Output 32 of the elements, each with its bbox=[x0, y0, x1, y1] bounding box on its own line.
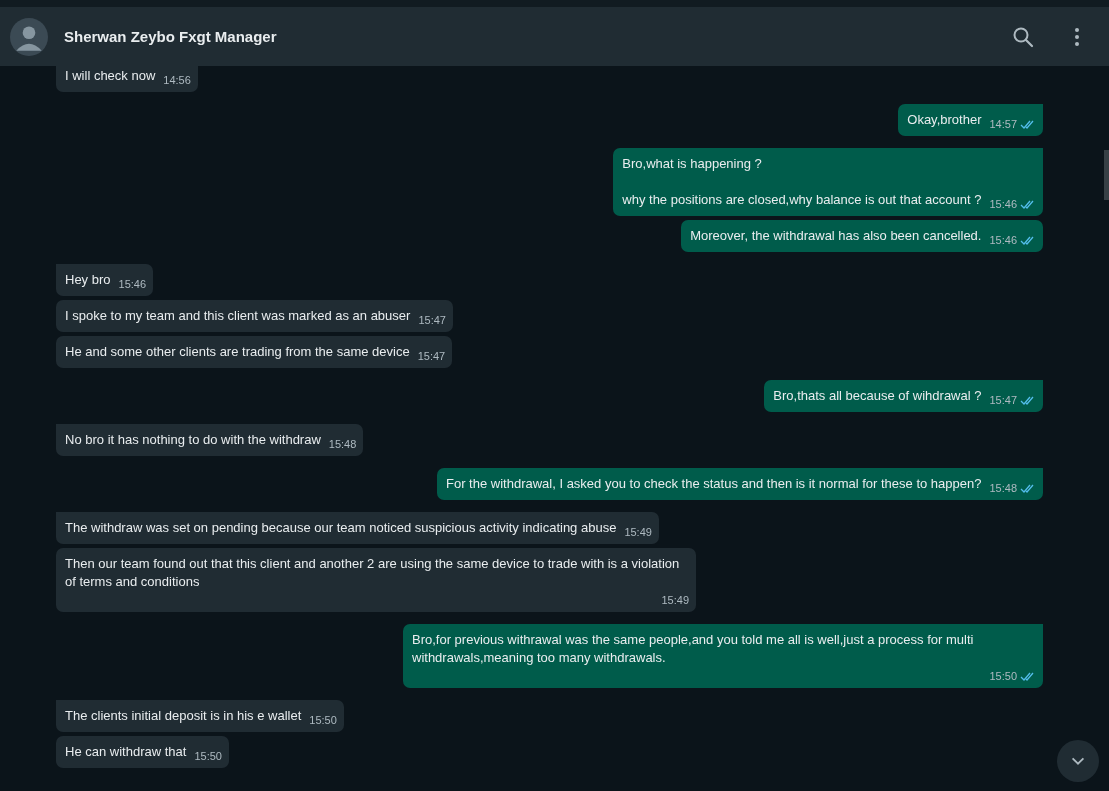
message-time: 14:57 bbox=[989, 117, 1017, 132]
message-time: 15:47 bbox=[989, 393, 1017, 408]
message-text: Bro,thats all because of wihdrawal ? bbox=[773, 387, 982, 405]
message-time: 15:46 bbox=[118, 277, 147, 292]
message-text: I will check now bbox=[65, 67, 156, 85]
message-text: Bro,what is happening ? why the positions are closed,why balance is out that account ? bbox=[622, 155, 982, 209]
message-time: 15:50 bbox=[989, 669, 1017, 684]
message-text: The clients initial deposit is in his e wallet bbox=[65, 707, 302, 725]
message-text: The withdraw was set on pending because our team noticed suspicious activity indicating abuse bbox=[65, 519, 617, 537]
message-time: 14:56 bbox=[163, 73, 191, 88]
avatar-icon[interactable] bbox=[10, 17, 48, 56]
message-text: Bro,for previous withrawal was the same people,and you told me all is well,just a process for multi withdrawals,meaning too many withdrawals. bbox=[412, 631, 975, 667]
message-time: 15:49 bbox=[661, 593, 689, 608]
contact-name[interactable]: Sherwan Zeybo Fxgt Manager bbox=[64, 28, 277, 45]
message-time: 15:48 bbox=[989, 481, 1017, 496]
message-text: Then our team found out that this client and another 2 are using the same device to trade with is a violation of terms and conditions bbox=[65, 555, 681, 591]
message-time: 15:47 bbox=[418, 313, 446, 328]
message-time: 15:49 bbox=[624, 525, 652, 540]
message-time: 15:48 bbox=[328, 437, 357, 452]
message-text: He and some other clients are trading from the same device bbox=[65, 343, 410, 361]
message-time: 15:46 bbox=[989, 197, 1017, 212]
message-text: Okay,brother bbox=[907, 111, 982, 129]
message-time: 15:47 bbox=[417, 349, 446, 364]
message-text: Moreover, the withdrawal has also been cancelled. bbox=[690, 227, 982, 245]
message-text: I spoke to my team and this client was marked as an abuser bbox=[65, 307, 411, 325]
message-text: For the withdrawal, I asked you to check the status and then is it normal for these to happen? bbox=[446, 475, 982, 493]
message-text: No bro it has nothing to do with the withdraw bbox=[65, 431, 321, 449]
message-time: 15:50 bbox=[309, 713, 337, 728]
message-text: He can withdraw that bbox=[65, 743, 187, 761]
message-time: 15:50 bbox=[194, 749, 222, 764]
message-text: Hey bro bbox=[65, 271, 111, 289]
message-time: 15:46 bbox=[989, 233, 1017, 248]
